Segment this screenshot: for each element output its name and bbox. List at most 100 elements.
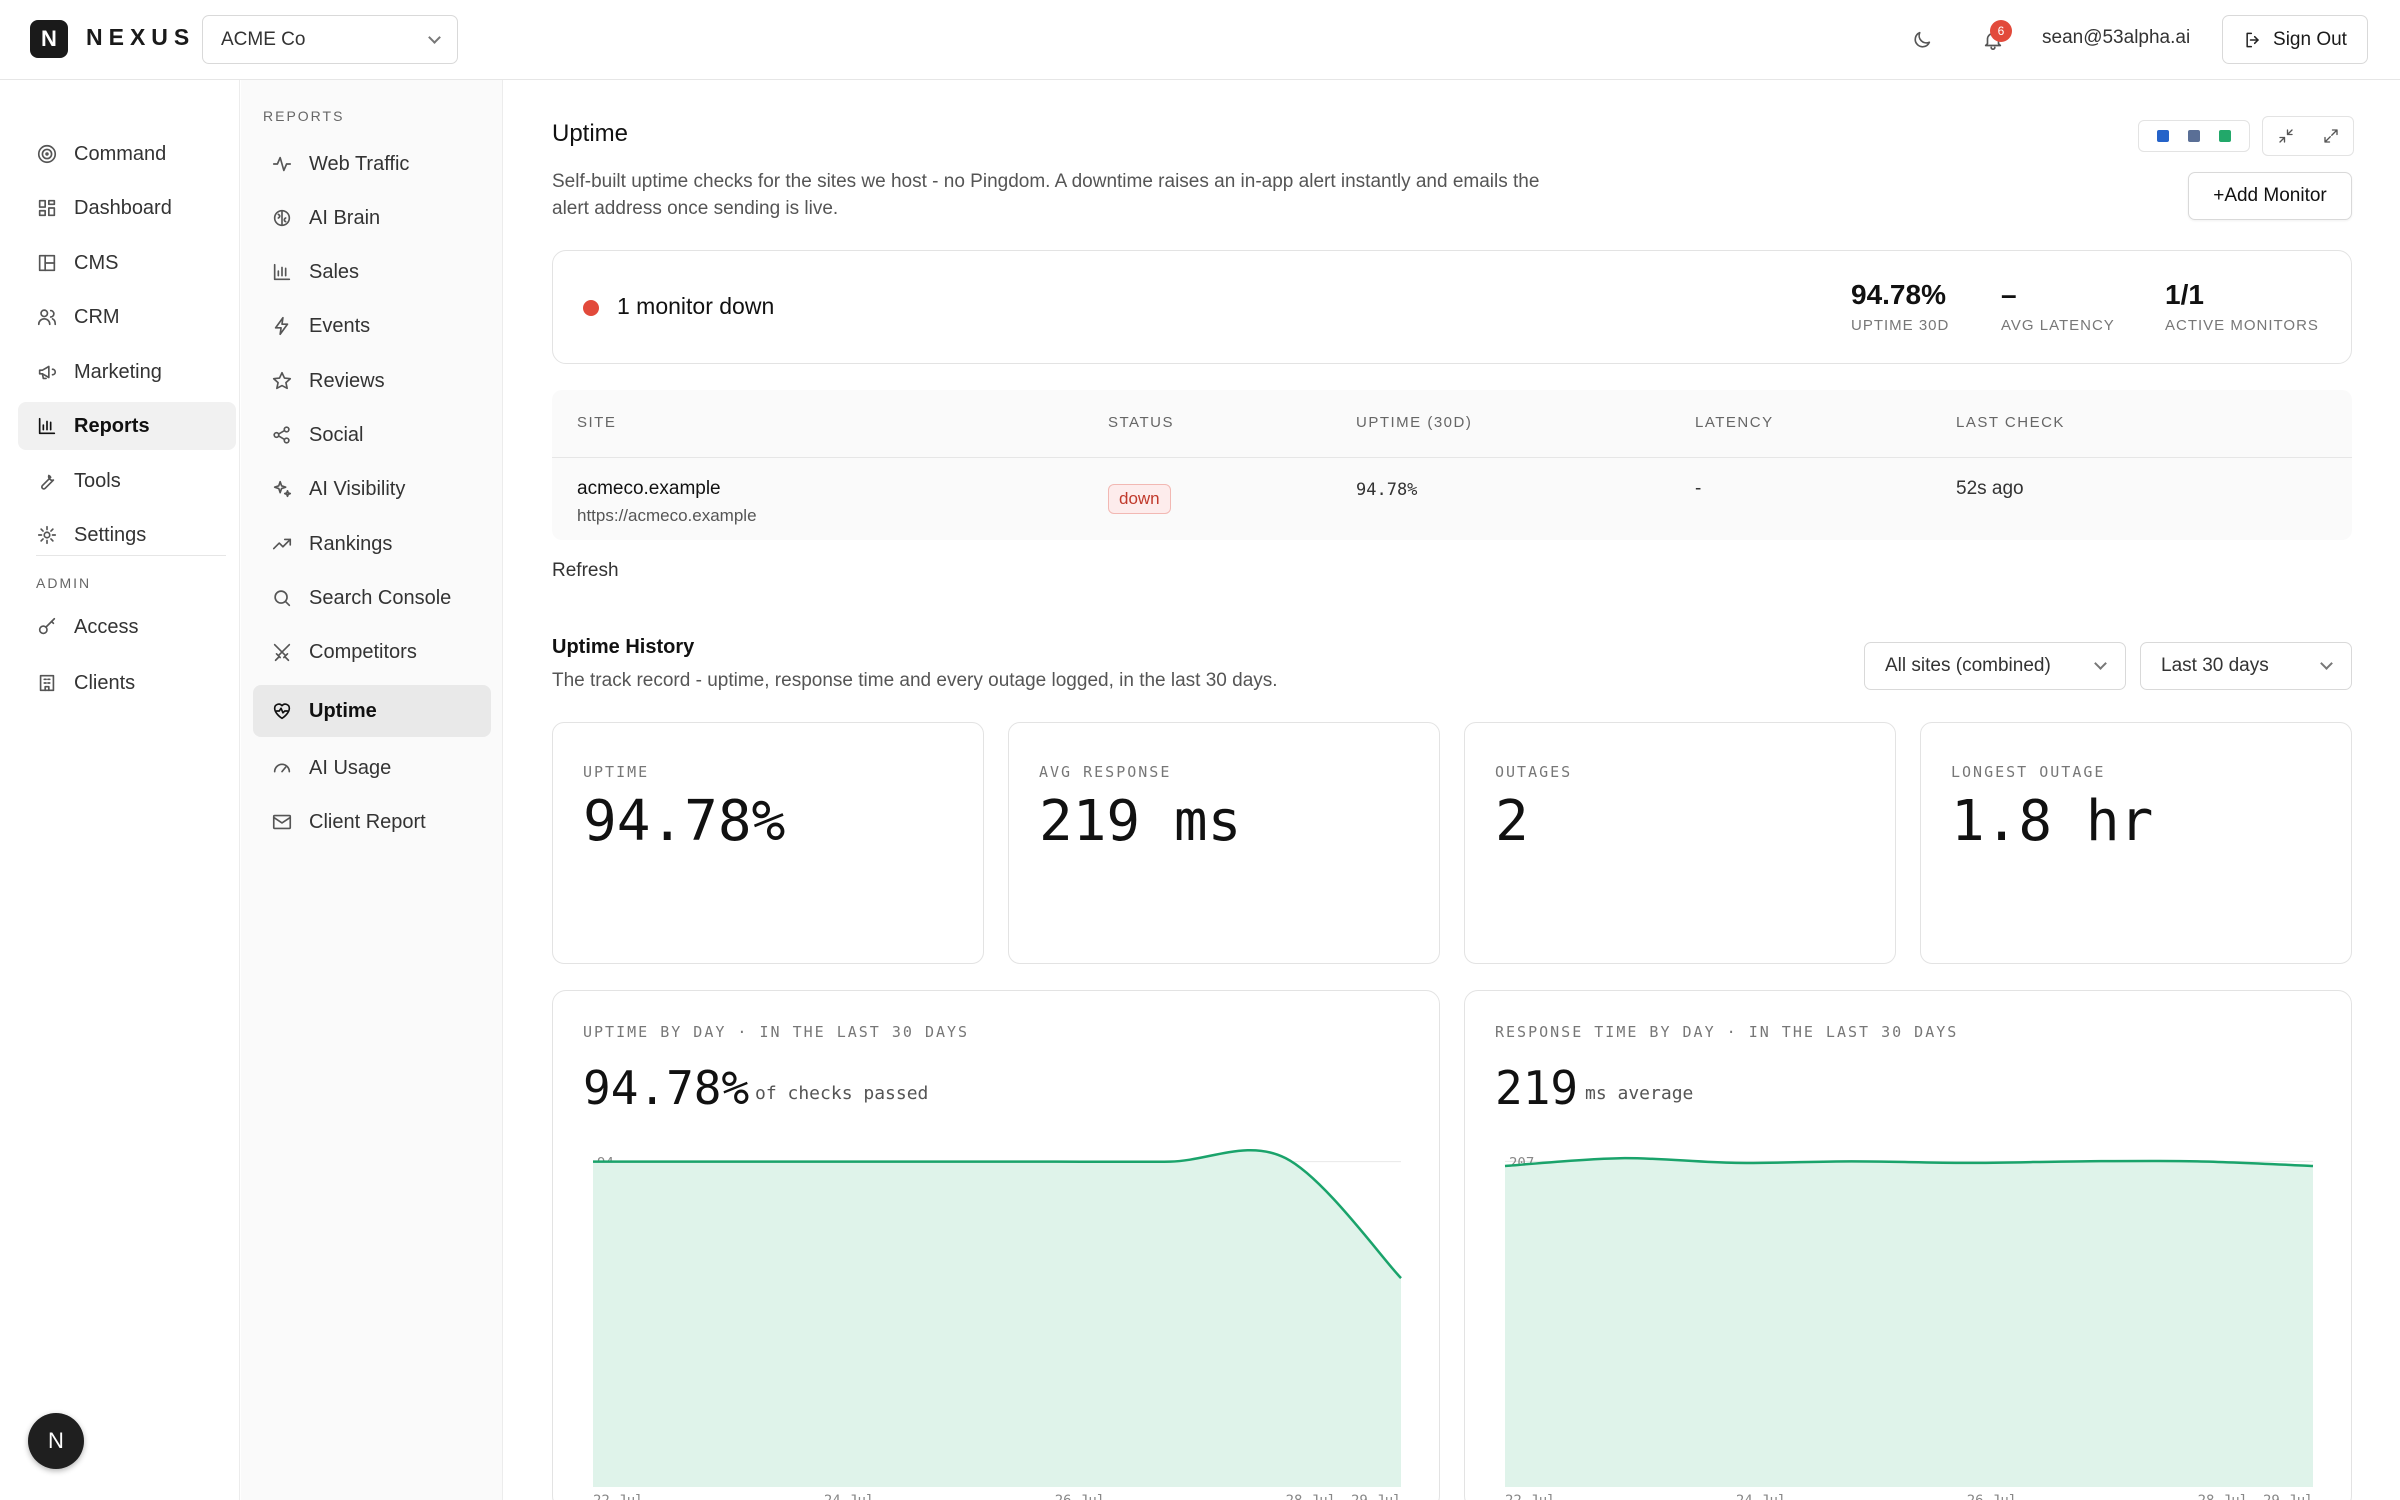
assistant-fab[interactable]: N bbox=[28, 1413, 84, 1469]
subnav-item-label: Events bbox=[309, 314, 371, 337]
stat-label: UPTIME 30D bbox=[1851, 317, 1950, 334]
status-badge: down bbox=[1108, 484, 1171, 514]
org-select[interactable]: ACME Co bbox=[202, 15, 458, 64]
nav-item-crm[interactable]: CRM bbox=[18, 293, 236, 341]
subnav-item-rankings[interactable]: Rankings bbox=[253, 518, 491, 570]
nav-item-label: Marketing bbox=[74, 360, 162, 383]
column-header-last-check: LAST CHECK bbox=[1956, 414, 2065, 431]
subnav-item-client-report[interactable]: Client Report bbox=[253, 796, 491, 848]
x-tick-label: 29 Jul bbox=[1351, 1493, 1402, 1500]
column-header-site: SITE bbox=[577, 414, 617, 431]
response-time-by-day-chart: RESPONSE TIME BY DAY · IN THE LAST 30 DA… bbox=[1464, 990, 2352, 1500]
nav-item-access[interactable]: Access bbox=[18, 603, 236, 651]
maximize-icon[interactable] bbox=[2322, 127, 2340, 145]
refresh-link[interactable]: Refresh bbox=[552, 560, 619, 582]
subnav-item-search-console[interactable]: Search Console bbox=[253, 572, 491, 624]
column-header-status: STATUS bbox=[1108, 414, 1174, 431]
range-filter-value: Last 30 days bbox=[2161, 655, 2269, 676]
x-tick-label: 26 Jul bbox=[1055, 1493, 1106, 1500]
org-select-value: ACME Co bbox=[221, 28, 306, 50]
nav-item-dashboard[interactable]: Dashboard bbox=[18, 184, 236, 232]
gauge-icon bbox=[273, 763, 291, 773]
add-monitor-button[interactable]: +Add Monitor bbox=[2188, 172, 2352, 220]
latency-value: - bbox=[1695, 478, 1702, 499]
nav-item-cms[interactable]: CMS bbox=[18, 239, 236, 287]
brand-name: NEXUS bbox=[86, 24, 196, 50]
nav-item-label: Settings bbox=[74, 523, 147, 546]
range-filter-select[interactable]: Last 30 days bbox=[2140, 642, 2352, 690]
site-name[interactable]: acmeco.example bbox=[577, 478, 721, 500]
theme-color-picker bbox=[2138, 120, 2250, 152]
page-description: Self-built uptime checks for the sites w… bbox=[552, 171, 1540, 219]
subnav-item-social[interactable]: Social bbox=[253, 409, 491, 461]
logo-mark[interactable]: N bbox=[30, 20, 68, 58]
subnav-item-uptime[interactable]: Uptime bbox=[253, 685, 491, 737]
sign-out-button[interactable]: Sign Out bbox=[2222, 15, 2368, 64]
nav-item-clients[interactable]: Clients bbox=[18, 659, 236, 707]
subnav-item-label: Uptime bbox=[309, 699, 377, 722]
chart-plot: 2071111522 Jul24 Jul26 Jul28 Jul29 Jul bbox=[1504, 1155, 2314, 1500]
stat-value: 1/1 bbox=[2165, 279, 2204, 310]
subnav-item-reviews[interactable]: Reviews bbox=[253, 355, 491, 407]
kpi-card-uptime: UPTIME 94.78% bbox=[552, 722, 984, 964]
kpi-value: 1.8 hr bbox=[1951, 789, 2154, 854]
nav-item-label: Command bbox=[74, 142, 167, 165]
subnav-item-label: AI Usage bbox=[309, 756, 392, 779]
site-filter-select[interactable]: All sites (combined) bbox=[1864, 642, 2126, 690]
chart-plot: 9450722 Jul24 Jul26 Jul28 Jul29 Jul bbox=[592, 1149, 1402, 1500]
top-header: N NEXUS ACME Co 6 sean@53alpha.ai Sign O… bbox=[0, 0, 2400, 80]
subnav-item-label: Reviews bbox=[309, 369, 385, 392]
nav-item-settings[interactable]: Settings bbox=[18, 511, 236, 559]
subnav-item-label: Search Console bbox=[309, 586, 452, 609]
series-area bbox=[593, 1150, 1401, 1487]
sign-out-icon bbox=[2246, 32, 2259, 47]
kpi-label: OUTAGES bbox=[1495, 763, 1573, 781]
layout-icon bbox=[38, 254, 56, 272]
users-icon bbox=[37, 309, 57, 326]
nav-item-tools[interactable]: Tools bbox=[18, 457, 236, 505]
star-icon bbox=[272, 371, 292, 390]
color-swatch-slate[interactable] bbox=[2187, 130, 2200, 142]
nav-item-label: CRM bbox=[74, 305, 120, 328]
nav-item-label: Access bbox=[74, 615, 139, 638]
sparkles-icon bbox=[273, 480, 292, 498]
dark-mode-toggle[interactable] bbox=[1904, 22, 1940, 58]
heart-pulse-icon bbox=[273, 703, 291, 720]
color-swatch-green[interactable] bbox=[2219, 130, 2232, 142]
chevron-down-icon bbox=[2320, 657, 2333, 670]
mail-icon bbox=[272, 814, 292, 830]
subnav-item-web-traffic[interactable]: Web Traffic bbox=[253, 138, 491, 190]
subnav-item-ai-visibility[interactable]: AI Visibility bbox=[253, 463, 491, 515]
chevron-down-icon bbox=[428, 30, 441, 44]
subnav-item-label: Sales bbox=[309, 260, 360, 283]
uptime-by-day-chart: UPTIME BY DAY · IN THE LAST 30 DAYS 94.7… bbox=[552, 990, 1440, 1500]
nav-item-reports[interactable]: Reports bbox=[18, 402, 236, 450]
brain-icon bbox=[273, 209, 291, 227]
page-title: Uptime bbox=[552, 120, 629, 147]
megaphone-icon bbox=[38, 365, 57, 380]
subnav-item-events[interactable]: Events bbox=[253, 300, 491, 352]
kpi-label: AVG RESPONSE bbox=[1039, 763, 1172, 781]
subnav-item-label: Rankings bbox=[309, 532, 393, 555]
subnav-item-sales[interactable]: Sales bbox=[253, 246, 491, 298]
kpi-card-avg-response: AVG RESPONSE 219 ms bbox=[1008, 722, 1440, 964]
moon-icon bbox=[1914, 31, 1931, 48]
table-divider bbox=[552, 457, 2352, 458]
x-tick-label: 28 Jul bbox=[1286, 1493, 1337, 1500]
x-tick-label: 28 Jul bbox=[2198, 1493, 2249, 1500]
share-icon bbox=[273, 426, 290, 444]
admin-section-label: ADMIN bbox=[36, 575, 92, 591]
color-swatch-blue[interactable] bbox=[2156, 130, 2169, 142]
nav-item-label: CMS bbox=[74, 251, 119, 274]
sign-out-label: Sign Out bbox=[2273, 28, 2347, 50]
nav-divider bbox=[36, 555, 226, 556]
nav-item-command[interactable]: Command bbox=[18, 130, 236, 178]
subnav-item-ai-brain[interactable]: AI Brain bbox=[253, 192, 491, 244]
nav-item-marketing[interactable]: Marketing bbox=[18, 348, 236, 396]
subnav-item-ai-usage[interactable]: AI Usage bbox=[253, 742, 491, 794]
minimize-icon[interactable] bbox=[2277, 127, 2295, 145]
last-check-value: 52s ago bbox=[1956, 478, 2024, 499]
user-email[interactable]: sean@53alpha.ai bbox=[2042, 27, 2190, 49]
subnav-item-competitors[interactable]: Competitors bbox=[253, 626, 491, 678]
activity-icon bbox=[272, 156, 292, 172]
